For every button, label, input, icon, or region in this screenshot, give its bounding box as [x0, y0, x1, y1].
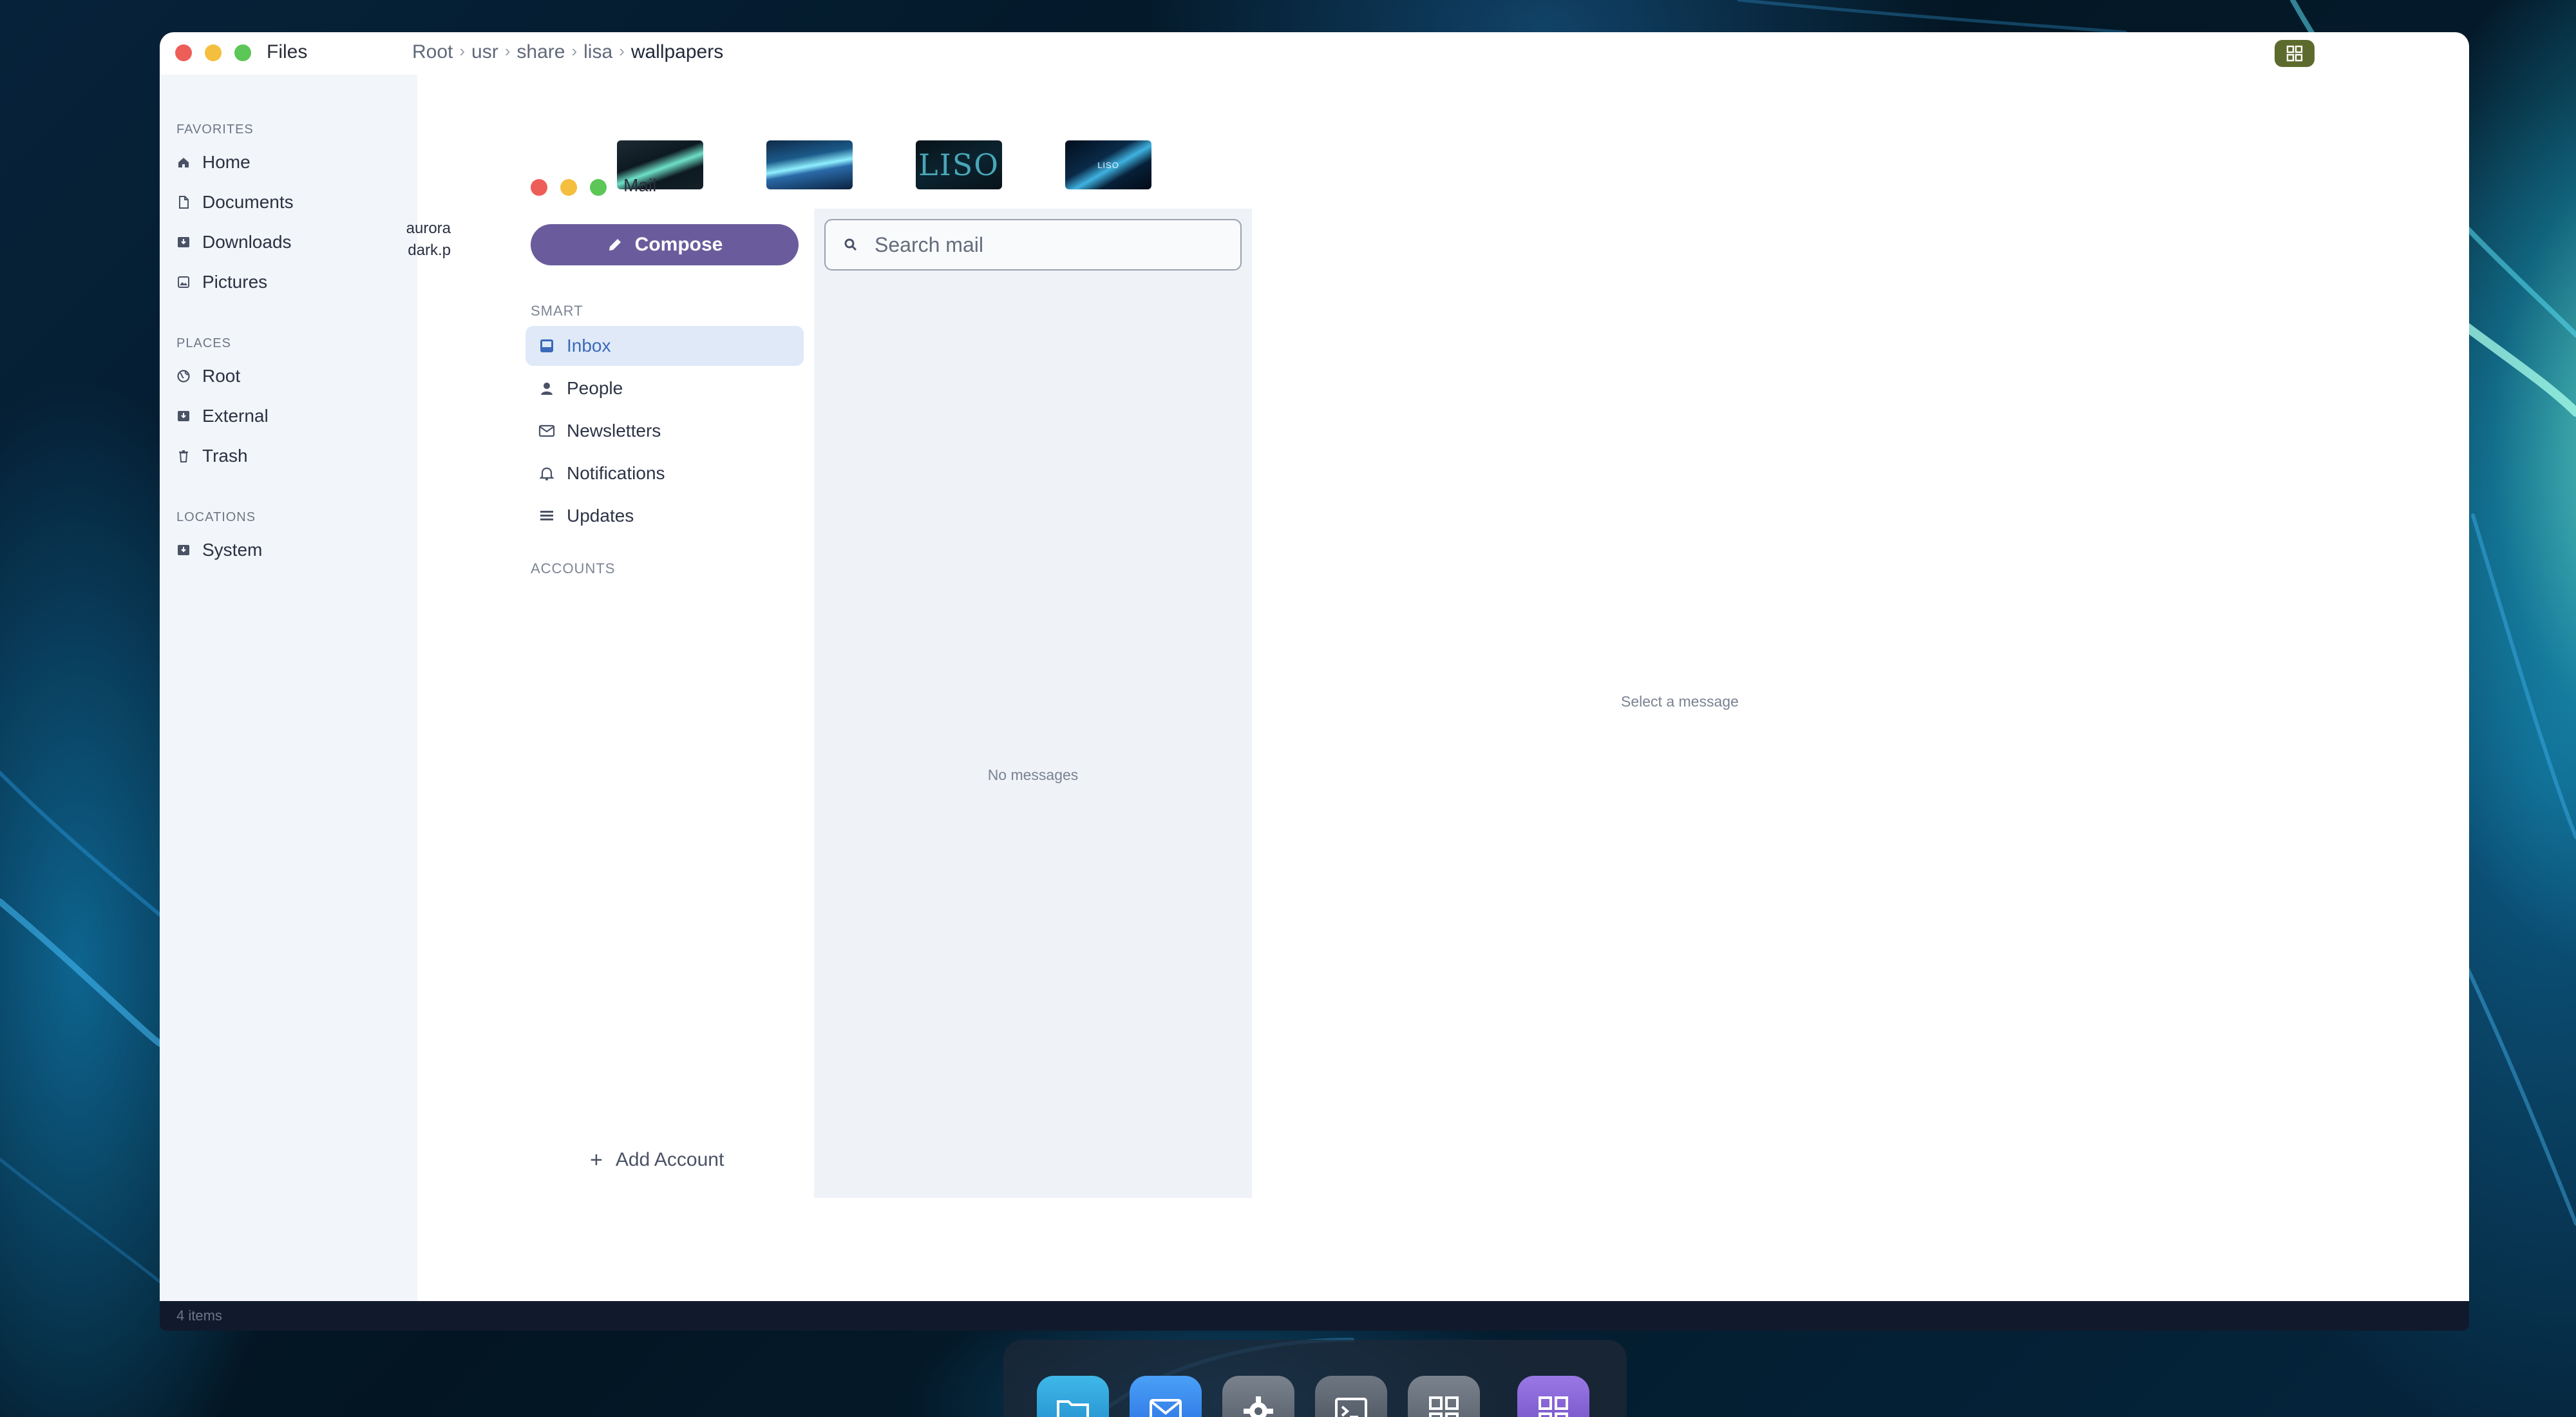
places-heading: PLACES [176, 336, 231, 350]
breadcrumb-separator: › [619, 41, 625, 61]
nav-inbox[interactable]: Inbox [526, 326, 804, 366]
breadcrumb-root[interactable]: Root [412, 41, 453, 63]
item-count: 4 items [176, 1308, 222, 1324]
mail-window: Mail Compose SMART Inbox People Newslett… [515, 171, 2469, 1198]
nav-newsletters[interactable]: Newsletters [526, 411, 804, 451]
gear-icon [1244, 1396, 1273, 1417]
nav-label: Updates [567, 506, 634, 526]
nav-label: Notifications [567, 463, 665, 483]
search-icon [844, 238, 857, 251]
empty-list-text: No messages [987, 766, 1079, 783]
sidebar-item-label: Documents [202, 192, 294, 212]
close-button[interactable] [175, 44, 192, 61]
sidebar-item-trash[interactable]: Trash [176, 446, 248, 466]
list-icon [538, 508, 555, 524]
search-input[interactable] [875, 233, 1222, 257]
grid-icon [2286, 45, 2303, 62]
globe-icon [176, 369, 191, 383]
sidebar-item-pictures[interactable]: Pictures [176, 272, 267, 292]
file-name-line: dark.p [408, 242, 451, 259]
breadcrumb-share[interactable]: share [516, 41, 565, 63]
maximize-button[interactable] [590, 179, 607, 196]
minimize-button[interactable] [560, 179, 577, 196]
sidebar-item-root[interactable]: Root [176, 366, 240, 386]
drive-icon [176, 409, 191, 423]
person-icon [538, 380, 555, 397]
breadcrumb-separator: › [504, 41, 511, 61]
folder-icon [1057, 1400, 1089, 1417]
nav-updates[interactable]: Updates [526, 496, 804, 536]
file-name-line: aurora [406, 220, 451, 237]
maximize-button[interactable] [234, 44, 251, 61]
close-button[interactable] [531, 179, 547, 196]
grid-view-toggle[interactable] [2275, 40, 2315, 67]
sidebar-item-label: Home [202, 152, 251, 172]
reader-placeholder: Select a message [1621, 693, 1739, 710]
sidebar-item-home[interactable]: Home [176, 152, 251, 173]
dock-settings-app[interactable] [1222, 1376, 1294, 1417]
message-list: No messages [814, 209, 1252, 1198]
dock-mail-app[interactable] [1130, 1376, 1202, 1417]
dock [1003, 1340, 1627, 1417]
add-account-label: Add Account [615, 1149, 724, 1170]
apps-icon [1539, 1396, 1568, 1417]
locations-heading: LOCATIONS [176, 510, 256, 524]
sidebar-item-downloads[interactable]: Downloads [176, 232, 292, 252]
dock-apps-launcher[interactable] [1517, 1376, 1589, 1417]
grid-icon [1429, 1396, 1459, 1417]
home-icon [176, 155, 191, 169]
inbox-icon [538, 338, 555, 354]
envelope-icon [1150, 1399, 1182, 1417]
window-title: Mail [623, 175, 657, 195]
sidebar-item-label: Downloads [202, 232, 292, 252]
accounts-heading: ACCOUNTS [531, 560, 616, 576]
bell-icon [538, 465, 555, 482]
dock-grid-app[interactable] [1408, 1376, 1480, 1417]
breadcrumb-separator: › [459, 41, 466, 61]
status-bar: 4 items [160, 1301, 2469, 1331]
sidebar-item-label: External [202, 406, 269, 426]
breadcrumb: Root › usr › share › lisa › wallpapers [412, 41, 723, 63]
nav-label: Inbox [567, 336, 611, 356]
plus-icon: + [590, 1148, 603, 1172]
sidebar-item-label: Trash [202, 446, 248, 466]
document-icon [176, 195, 191, 209]
compose-label: Compose [634, 234, 723, 255]
minimize-button[interactable] [205, 44, 222, 61]
smart-heading: SMART [531, 303, 583, 319]
nav-label: Newsletters [567, 421, 661, 441]
dock-terminal-app[interactable] [1315, 1376, 1387, 1417]
window-title: Files [267, 41, 308, 62]
sidebar-item-system[interactable]: System [176, 540, 262, 560]
pencil-icon [609, 239, 621, 251]
picture-icon [176, 275, 191, 289]
file-name-label[interactable]: aurora dark.p [367, 218, 451, 262]
sidebar-item-label: Root [202, 366, 241, 386]
sidebar-item-label: Pictures [202, 272, 268, 292]
dock-files-app[interactable] [1037, 1376, 1109, 1417]
breadcrumb-wallpapers[interactable]: wallpapers [631, 41, 723, 63]
sidebar-item-documents[interactable]: Documents [176, 192, 294, 213]
sidebar-item-external[interactable]: External [176, 406, 269, 426]
breadcrumb-usr[interactable]: usr [471, 41, 498, 63]
breadcrumb-separator: › [571, 41, 578, 61]
search-field[interactable] [824, 219, 1242, 271]
terminal-icon [1335, 1398, 1367, 1417]
sidebar-item-label: System [202, 540, 263, 560]
favorites-heading: FAVORITES [176, 122, 254, 137]
trash-icon [176, 449, 191, 463]
add-account-button[interactable]: + Add Account [590, 1149, 724, 1171]
envelope-icon [538, 423, 555, 439]
nav-label: People [567, 378, 623, 398]
drive-icon [176, 543, 191, 557]
nav-people[interactable]: People [526, 368, 804, 408]
compose-button[interactable]: Compose [531, 224, 799, 265]
files-titlebar: Files Root › usr › share › lisa › wallpa… [160, 32, 2469, 75]
nav-notifications[interactable]: Notifications [526, 453, 804, 493]
download-icon [176, 235, 191, 249]
breadcrumb-lisa[interactable]: lisa [583, 41, 612, 63]
